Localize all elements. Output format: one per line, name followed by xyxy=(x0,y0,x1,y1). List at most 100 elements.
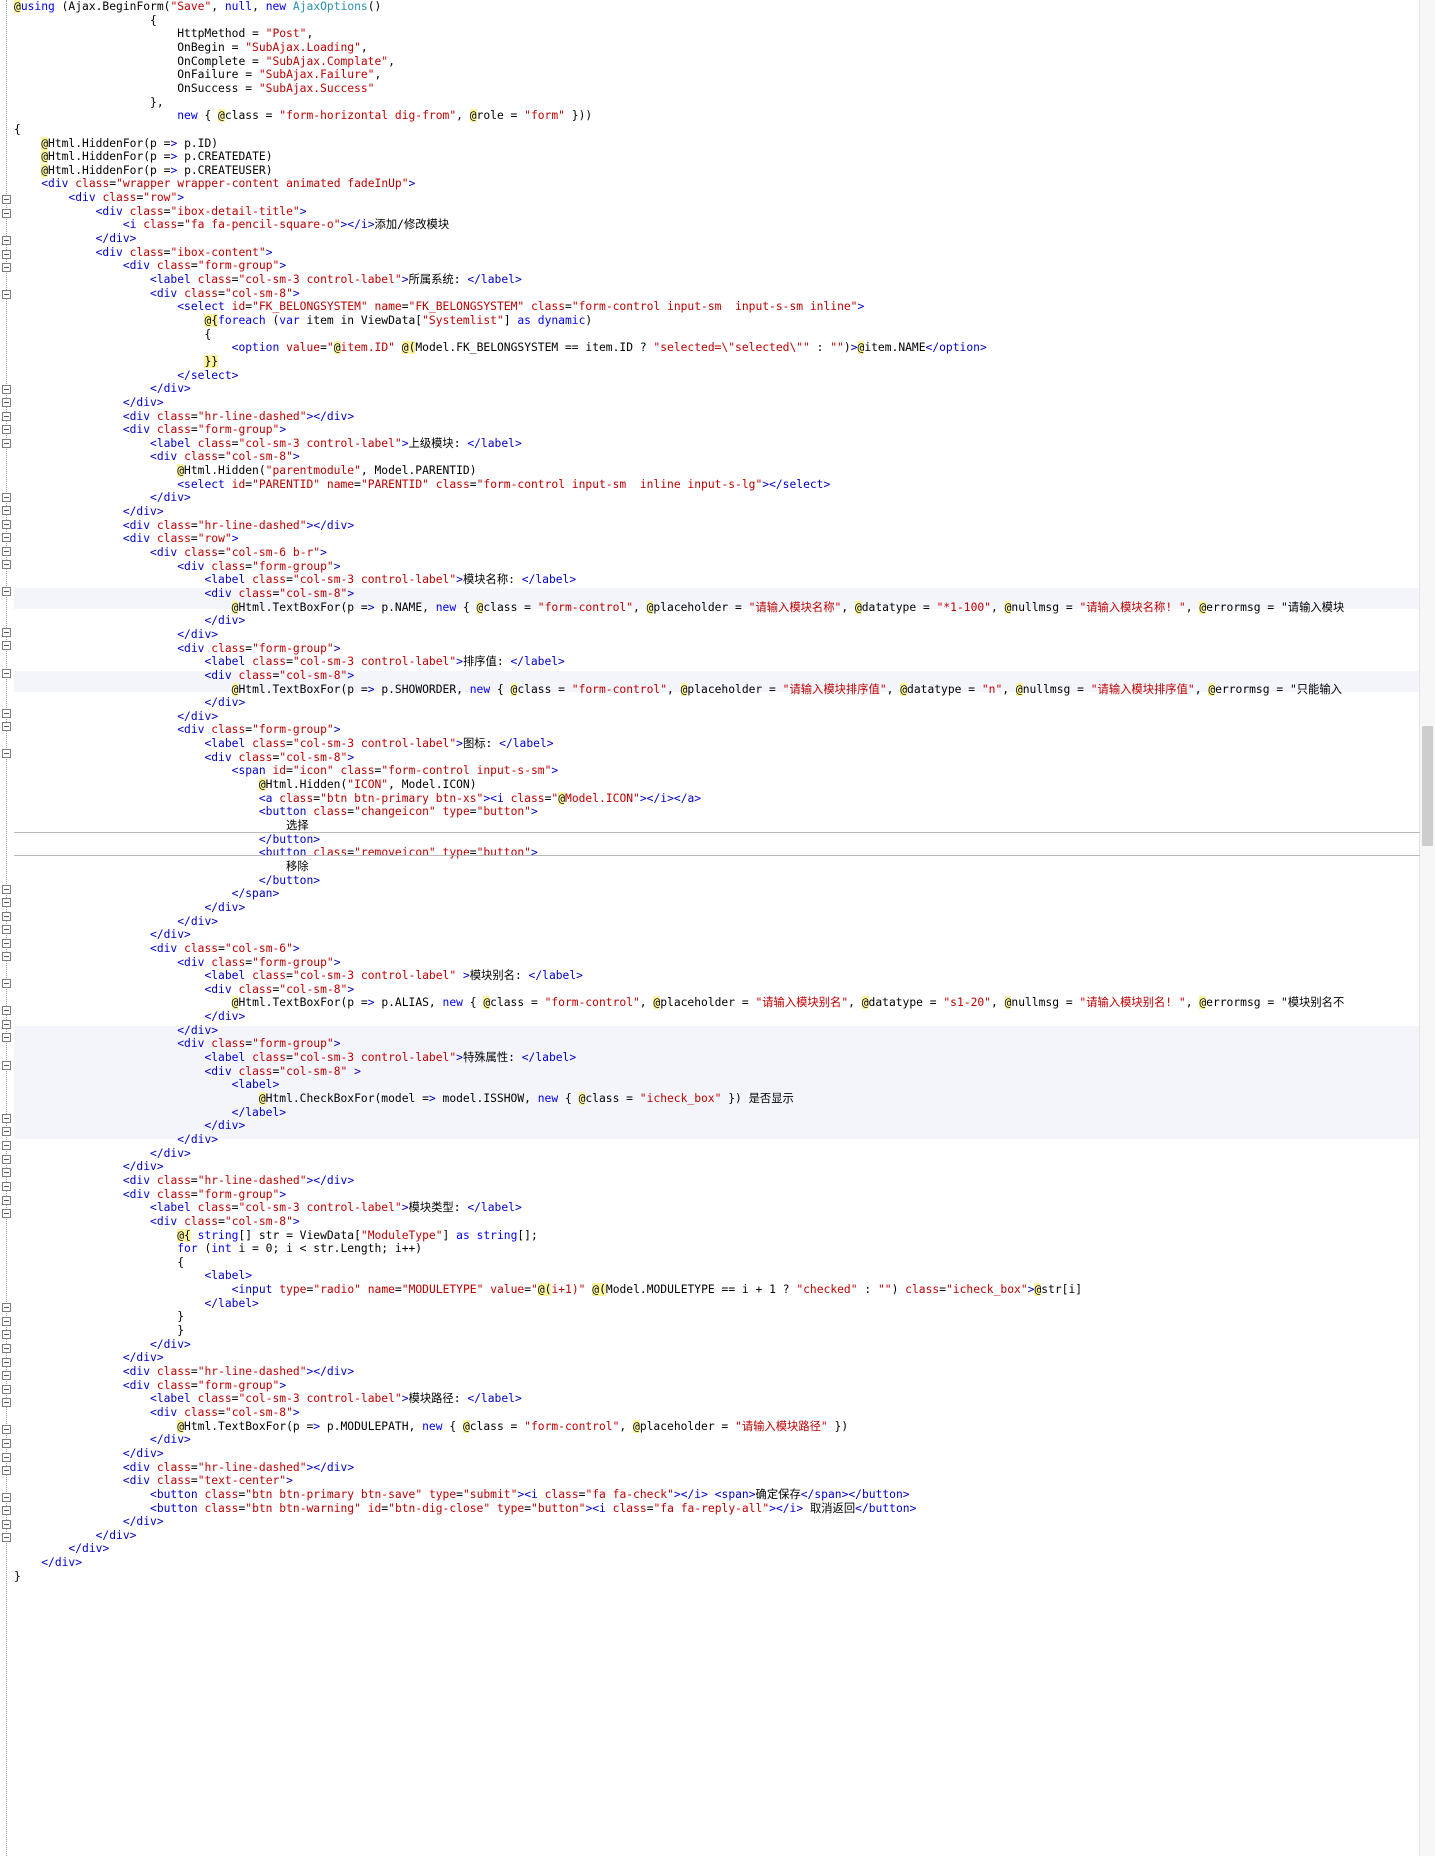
collapse-toggle-icon[interactable] xyxy=(2,1033,11,1042)
collapse-toggle-icon[interactable] xyxy=(2,722,11,731)
code-line: <button class="btn btn-warning" id="btn-… xyxy=(150,1501,917,1515)
collapse-toggle-icon[interactable] xyxy=(2,1182,11,1191)
collapse-toggle-icon[interactable] xyxy=(2,195,11,204)
collapse-toggle-icon[interactable] xyxy=(2,385,11,394)
collapse-toggle-icon[interactable] xyxy=(2,506,11,515)
collapse-toggle-icon[interactable] xyxy=(2,641,11,650)
collapse-toggle-icon[interactable] xyxy=(2,236,11,245)
collapse-toggle-icon[interactable] xyxy=(2,1453,11,1462)
collapse-toggle-icon[interactable] xyxy=(2,1493,11,1502)
code-line: <div class="form-group"> xyxy=(122,1378,287,1392)
collapse-toggle-icon[interactable] xyxy=(2,628,11,637)
collapse-toggle-icon[interactable] xyxy=(2,209,11,218)
code-line: { xyxy=(14,122,21,136)
code-line: <div class="col-sm-8"> xyxy=(150,1405,300,1419)
collapse-toggle-icon[interactable] xyxy=(2,912,11,921)
code-line: @Html.HiddenFor(p => p.CREATEDATE) xyxy=(41,150,273,164)
collapse-toggle-icon[interactable] xyxy=(2,533,11,542)
collapse-toggle-icon[interactable] xyxy=(2,1303,11,1312)
collapse-toggle-icon[interactable] xyxy=(2,1061,11,1070)
collapse-toggle-icon[interactable] xyxy=(2,1127,11,1136)
code-line: <div class="hr-line-dashed"></div> xyxy=(122,1365,355,1378)
collapse-toggle-icon[interactable] xyxy=(2,898,11,907)
collapse-toggle-icon[interactable] xyxy=(2,709,11,718)
code-line: } xyxy=(14,1324,185,1338)
collapse-toggle-icon[interactable] xyxy=(2,939,11,948)
code-line: @Html.TextBoxFor(p => p.MODULEPATH, new … xyxy=(177,1419,849,1433)
collapse-toggle-icon[interactable] xyxy=(2,1371,11,1380)
code-line: </div> xyxy=(150,928,191,942)
code-line: <div class="hr-line-dashed"></div> xyxy=(122,1173,355,1187)
collapse-toggle-icon[interactable] xyxy=(2,952,11,961)
collapse-toggle-icon[interactable] xyxy=(2,1439,11,1448)
code-line: <div class="row"> xyxy=(122,532,239,546)
collapse-toggle-icon[interactable] xyxy=(2,1155,11,1164)
code-line: @Html.TextBoxFor(p => p.NAME, new { @cla… xyxy=(231,600,1345,614)
collapse-toggle-icon[interactable] xyxy=(2,925,11,934)
code-line: <div class="form-group"> xyxy=(177,955,341,969)
code-line: @{ string[] str = ViewData["ModuleType"]… xyxy=(177,1228,538,1242)
code-line: </div> xyxy=(68,1542,110,1556)
code-line: </div> xyxy=(150,1433,191,1447)
vertical-scrollbar[interactable] xyxy=(1419,0,1435,1856)
collapse-toggle-icon[interactable] xyxy=(2,547,11,556)
collapse-toggle-icon[interactable] xyxy=(2,1168,11,1177)
collapse-toggle-icon[interactable] xyxy=(2,669,11,678)
code-line: <div class="ibox-detail-title"> xyxy=(95,204,307,218)
collapse-toggle-icon[interactable] xyxy=(2,1114,11,1123)
collapse-toggle-icon[interactable] xyxy=(2,493,11,502)
code-line: <option value="@item.ID" @(Model.FK_BELO… xyxy=(231,341,987,355)
collapse-toggle-icon[interactable] xyxy=(2,425,11,434)
code-line: @Html.HiddenFor(p => p.CREATEUSER) xyxy=(41,163,273,177)
collapse-toggle-icon[interactable] xyxy=(2,560,11,569)
collapse-toggle-icon[interactable] xyxy=(2,1006,11,1015)
code-line: <div class="form-group"> xyxy=(122,259,287,273)
code-line: <button class="removeicon" type="button"… xyxy=(258,846,538,860)
collapse-toggle-icon[interactable] xyxy=(2,1209,11,1218)
collapse-toggle-icon[interactable] xyxy=(2,1317,11,1326)
collapse-toggle-icon[interactable] xyxy=(2,749,11,758)
collapse-toggle-icon[interactable] xyxy=(2,1358,11,1367)
code-line: </div> xyxy=(122,1515,164,1529)
code-line: <a class="btn btn-primary btn-xs"><i cla… xyxy=(258,791,702,805)
collapse-toggle-icon[interactable] xyxy=(2,1398,11,1407)
collapse-toggle-icon[interactable] xyxy=(2,885,11,894)
code-line: <div class="form-group"> xyxy=(122,423,287,437)
collapse-toggle-icon[interactable] xyxy=(2,1330,11,1339)
code-line: for (int i = 0; i < str.Length; i++) xyxy=(177,1242,423,1256)
code-line: <div class="col-sm-8"> xyxy=(204,750,355,764)
code-line: }, xyxy=(14,95,164,109)
collapse-toggle-icon[interactable] xyxy=(2,1466,11,1475)
code-line: </label> xyxy=(204,1296,259,1310)
collapse-toggle-icon[interactable] xyxy=(2,1520,11,1529)
collapse-toggle-icon[interactable] xyxy=(2,1533,11,1542)
code-line: </div> xyxy=(122,1351,164,1365)
collapse-toggle-icon[interactable] xyxy=(2,1344,11,1353)
collapse-toggle-icon[interactable] xyxy=(2,250,11,259)
code-line: </div> xyxy=(177,1023,219,1037)
collapse-toggle-icon[interactable] xyxy=(2,439,11,448)
collapse-toggle-icon[interactable] xyxy=(2,1196,11,1205)
collapse-toggle-icon[interactable] xyxy=(2,1020,11,1029)
code-line: </div> xyxy=(204,696,246,710)
code-line: <div class="col-sm-8"> xyxy=(150,1214,300,1228)
collapse-toggle-icon[interactable] xyxy=(2,1141,11,1150)
collapse-toggle-icon[interactable] xyxy=(2,412,11,421)
code-line: </div> xyxy=(177,709,219,723)
code-line: HttpMethod = "Post", xyxy=(14,27,314,41)
collapse-toggle-icon[interactable] xyxy=(2,263,11,272)
code-line: 选择 xyxy=(14,819,309,832)
collapse-toggle-icon[interactable] xyxy=(2,290,11,299)
collapse-toggle-icon[interactable] xyxy=(2,520,11,529)
code-line: @Html.CheckBoxFor(model => model.ISSHOW,… xyxy=(258,1092,794,1105)
code-line: </div> xyxy=(122,395,164,409)
collapse-toggle-icon[interactable] xyxy=(2,979,11,988)
scrollbar-thumb[interactable] xyxy=(1422,726,1433,846)
collapse-toggle-icon[interactable] xyxy=(2,398,11,407)
collapse-toggle-icon[interactable] xyxy=(2,1425,11,1434)
code-line: @Html.TextBoxFor(p => p.SHOWORDER, new {… xyxy=(231,682,1342,696)
collapse-toggle-icon[interactable] xyxy=(2,587,11,596)
collapse-toggle-icon[interactable] xyxy=(2,1506,11,1515)
code-line: @Html.HiddenFor(p => p.ID) xyxy=(41,136,219,150)
collapse-toggle-icon[interactable] xyxy=(2,1385,11,1394)
